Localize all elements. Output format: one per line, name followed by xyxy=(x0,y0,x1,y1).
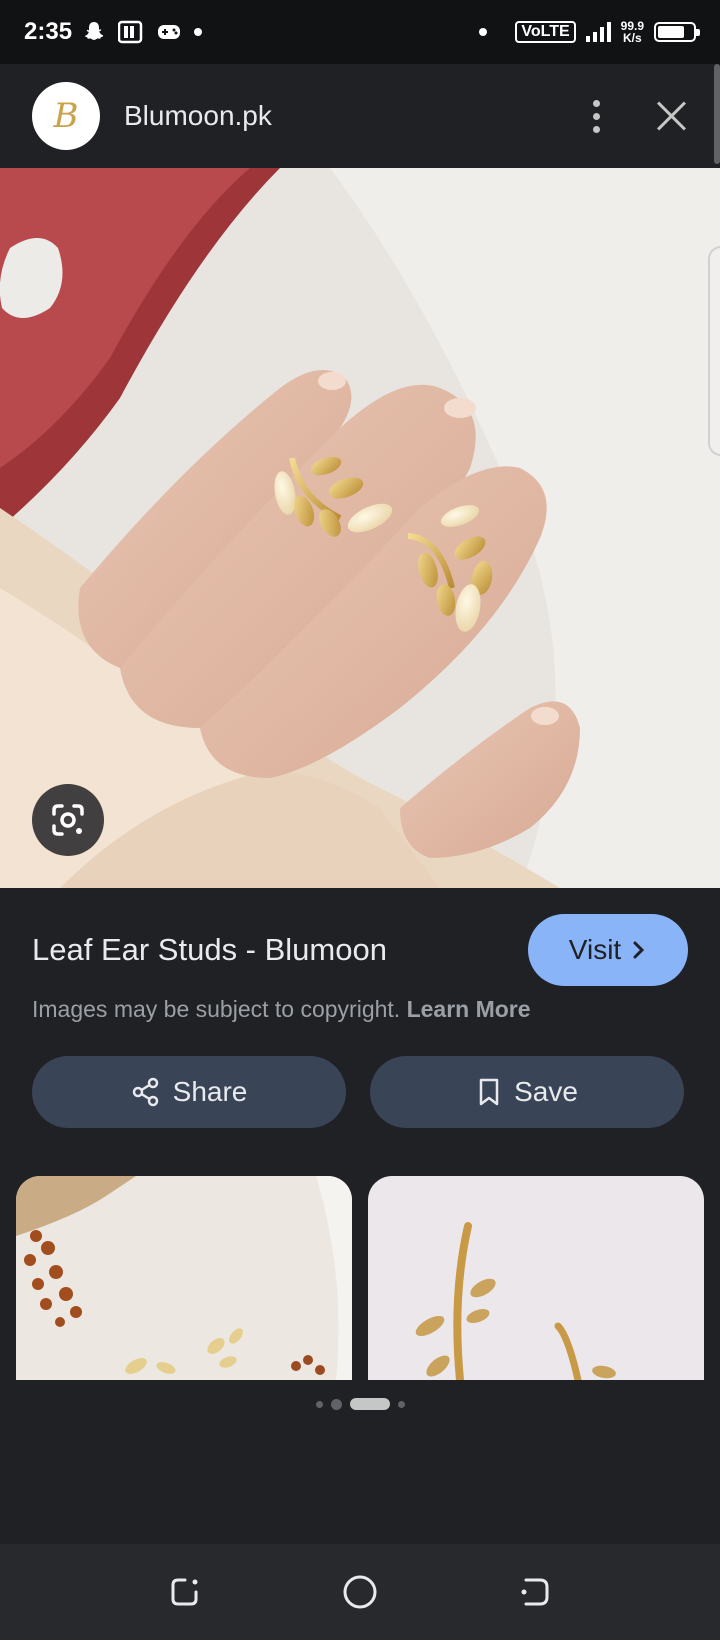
share-label: Share xyxy=(172,1076,248,1107)
lens-search-button[interactable] xyxy=(32,784,104,856)
page-dot xyxy=(397,1400,405,1408)
lens-search-icon xyxy=(52,804,84,836)
related-photo-1 xyxy=(16,1176,352,1380)
action-row: Share Save xyxy=(32,1056,684,1128)
scrollbar[interactable] xyxy=(714,64,720,164)
product-photo xyxy=(0,168,720,888)
app-notification-icon xyxy=(118,20,143,44)
site-logo[interactable]: B xyxy=(32,82,100,150)
product-title[interactable]: Leaf Ear Studs - Blumoon xyxy=(32,932,387,968)
title-row: Leaf Ear Studs - Blumoon Visit xyxy=(32,914,688,986)
close-icon[interactable] xyxy=(656,100,688,132)
notification-dot-icon xyxy=(194,28,203,36)
site-logo-letter: B xyxy=(53,96,79,136)
home-icon[interactable] xyxy=(342,1574,378,1610)
snapchat-icon xyxy=(84,22,104,40)
copyright-notice: Images may be subject to copyright. Lear… xyxy=(32,996,531,1023)
site-name[interactable]: Blumoon.pk xyxy=(124,100,272,132)
system-nav-bar xyxy=(0,1544,720,1640)
battery-icon xyxy=(654,22,700,42)
page-dot-active xyxy=(349,1398,390,1410)
save-label: Save xyxy=(514,1076,578,1107)
learn-more-link[interactable]: Learn More xyxy=(407,996,531,1022)
notification-icons xyxy=(82,20,203,44)
side-panel-handle[interactable] xyxy=(708,246,720,456)
status-time: 2:35 xyxy=(24,18,73,45)
header-actions xyxy=(587,94,688,139)
volte-badge: VoLTE xyxy=(515,21,576,43)
carousel-indicator xyxy=(0,1398,720,1410)
page-dot xyxy=(330,1398,342,1410)
share-button[interactable]: Share xyxy=(32,1056,346,1128)
source-header: B Blumoon.pk xyxy=(0,64,720,168)
save-button[interactable]: Save xyxy=(370,1056,684,1128)
related-photo-2 xyxy=(368,1176,704,1380)
signal-icon xyxy=(585,22,611,42)
chevron-right-icon xyxy=(633,941,645,959)
visit-label: Visit xyxy=(568,934,622,965)
share-icon xyxy=(132,1077,158,1107)
more-vert-icon[interactable] xyxy=(587,94,606,139)
product-image[interactable] xyxy=(0,168,720,888)
system-status-icons: VoLTE 99.9 K/s xyxy=(479,20,700,44)
bookmark-icon xyxy=(479,1078,499,1106)
copyright-text: Images may be subject to copyright. xyxy=(32,996,401,1022)
related-image-card[interactable] xyxy=(368,1176,704,1380)
related-image-card[interactable] xyxy=(16,1176,352,1380)
recent-apps-icon[interactable] xyxy=(168,1575,202,1609)
battery-level xyxy=(658,26,684,38)
related-images xyxy=(16,1176,704,1380)
status-dot-icon xyxy=(479,28,488,36)
visit-button[interactable]: Visit xyxy=(528,914,688,986)
status-bar: 2:35 VoLTE 99.9 K/s xyxy=(0,0,720,64)
speed-unit: K/s xyxy=(622,31,642,45)
gamepad-icon xyxy=(158,25,181,39)
back-icon[interactable] xyxy=(518,1575,552,1609)
page-dot xyxy=(315,1400,323,1408)
network-speed: 99.9 K/s xyxy=(621,20,644,44)
